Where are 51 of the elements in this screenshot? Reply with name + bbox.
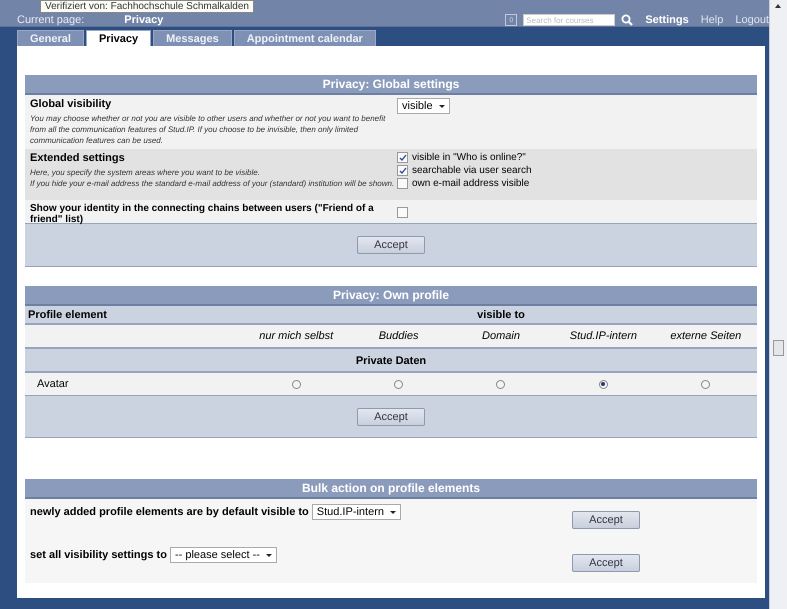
setting-label: Show your identity in the connecting chains between users ("Friend of a friend" list) [30, 203, 375, 225]
section-header: Bulk action on profile elements [25, 479, 757, 499]
setting-description: Here, you specify the system areas where you want to be visible. If you hide your e-mail address the standard e-mail address of your (standard) institution will be shown. [30, 167, 396, 189]
accept-button[interactable]: Accept [357, 408, 425, 426]
checkbox-label: searchable via user search [412, 165, 532, 176]
column-header: Domain [450, 325, 552, 349]
setting-label: Extended settings [30, 152, 126, 164]
accept-button[interactable]: Accept [572, 554, 640, 572]
caret-icon [390, 510, 396, 514]
column-header: Buddies [347, 325, 450, 349]
current-page: Privacy [124, 14, 164, 26]
section-header: Privacy: Own profile [25, 286, 757, 306]
radio-button[interactable] [292, 380, 301, 388]
search-icon[interactable] [621, 14, 634, 26]
setting-label: set all visibility settings to [30, 549, 167, 561]
scrollbar-thumb[interactable] [773, 340, 784, 356]
dropdown[interactable]: visible [397, 98, 450, 114]
checkbox-label: visible in "Who is online?" [412, 152, 526, 163]
search-field[interactable]: Search for courses [523, 14, 616, 26]
setting-label: Global visibility [30, 98, 112, 110]
breadcrumb-label: Current page: [17, 14, 84, 26]
caret-icon [266, 554, 272, 556]
table-cell: Avatar [25, 373, 245, 396]
radio-button[interactable] [701, 380, 710, 388]
checkbox[interactable] [397, 207, 408, 218]
tooltip: Verifiziert von: Fachhochschule Schmalkalden [40, 0, 254, 13]
caret-icon [438, 104, 445, 108]
accept-button[interactable]: Accept [572, 511, 640, 529]
dropdown[interactable]: -- please select -- [170, 547, 277, 563]
accept-button[interactable]: Accept [357, 236, 425, 254]
radio-button[interactable] [394, 380, 404, 388]
column-header: Profile element [25, 306, 245, 325]
group-header: Private Daten [25, 349, 757, 373]
scrollbar[interactable] [769, 0, 787, 609]
dropdown[interactable]: Stud.IP-intern [312, 504, 402, 520]
radio-button[interactable] [598, 380, 608, 388]
column-header: Stud.IP-intern [552, 325, 655, 349]
column-header: visible to [245, 306, 757, 325]
tab[interactable]: Privacy [86, 30, 152, 46]
column-header: nur mich selbst [245, 325, 348, 349]
setting-description: You may choose whether or not you are visible to other users and whether or not you want to benefit from all the communication features of Stud.IP. If you choose to be invisible, then only limited communication features can be used. [30, 113, 386, 146]
radio-button[interactable] [496, 380, 506, 388]
section-header: Privacy: Global settings [25, 75, 757, 95]
checkbox[interactable] [397, 165, 408, 176]
checkbox-label: own e-mail address visible [412, 178, 530, 189]
nav-link[interactable]: Settings [645, 14, 689, 26]
checkbox[interactable] [397, 178, 408, 189]
scroll-up-icon[interactable] [775, 4, 781, 8]
setting-label: newly added profile elements are by default visible to [30, 506, 309, 518]
checkbox[interactable] [397, 152, 408, 163]
column-header: externe Seiten [654, 325, 757, 349]
